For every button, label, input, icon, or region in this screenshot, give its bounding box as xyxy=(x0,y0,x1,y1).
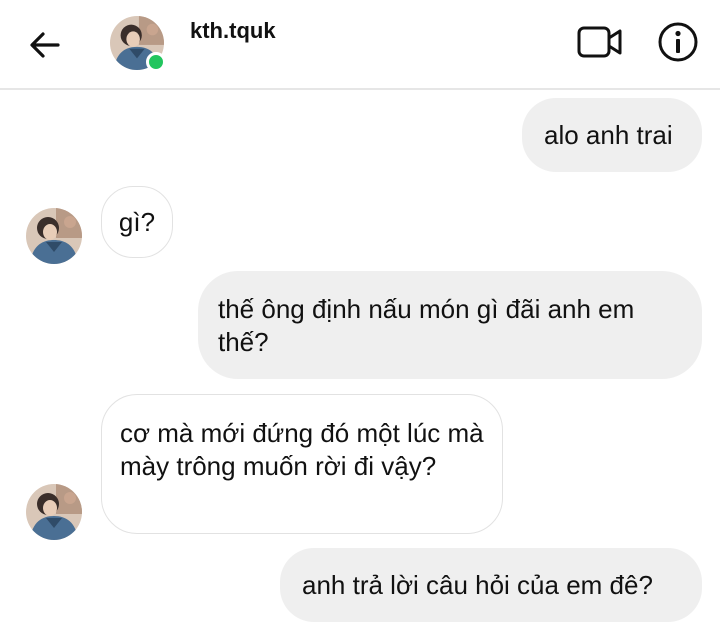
video-camera-icon xyxy=(577,26,622,58)
avatar xyxy=(26,208,82,264)
message-bubble-incoming[interactable]: cơ mà mới đứng đó một lúc mà mày trông m… xyxy=(101,394,503,534)
info-icon xyxy=(658,22,698,62)
chat-username[interactable]: kth.tquk xyxy=(190,18,276,44)
message-text: cơ mà mới đứng đó một lúc mà mày trông m… xyxy=(120,418,484,481)
message-text: anh trả lời câu hỏi của em đê? xyxy=(302,570,653,600)
message-text: gì? xyxy=(118,207,156,237)
header-avatar[interactable] xyxy=(110,16,166,72)
message-bubble-outgoing[interactable]: anh trả lời câu hỏi của em đê? xyxy=(280,548,702,622)
message-bubble-outgoing[interactable]: alo anh trai xyxy=(522,98,702,172)
info-button[interactable] xyxy=(656,20,700,64)
message-avatar[interactable] xyxy=(26,484,82,540)
video-call-button[interactable] xyxy=(576,22,624,62)
online-status-dot xyxy=(146,52,166,72)
message-bubble-incoming[interactable]: gì? xyxy=(101,186,173,258)
arrow-left-icon xyxy=(30,32,60,58)
message-text: thế ông định nấu món gì đãi anh em thế? xyxy=(218,294,635,357)
message-text: alo anh trai xyxy=(544,120,673,150)
message-bubble-outgoing[interactable]: thế ông định nấu món gì đãi anh em thế? xyxy=(198,271,702,379)
back-button[interactable] xyxy=(26,26,64,64)
chat-header: kth.tquk xyxy=(0,0,720,90)
avatar xyxy=(26,484,82,540)
message-avatar[interactable] xyxy=(26,208,82,264)
